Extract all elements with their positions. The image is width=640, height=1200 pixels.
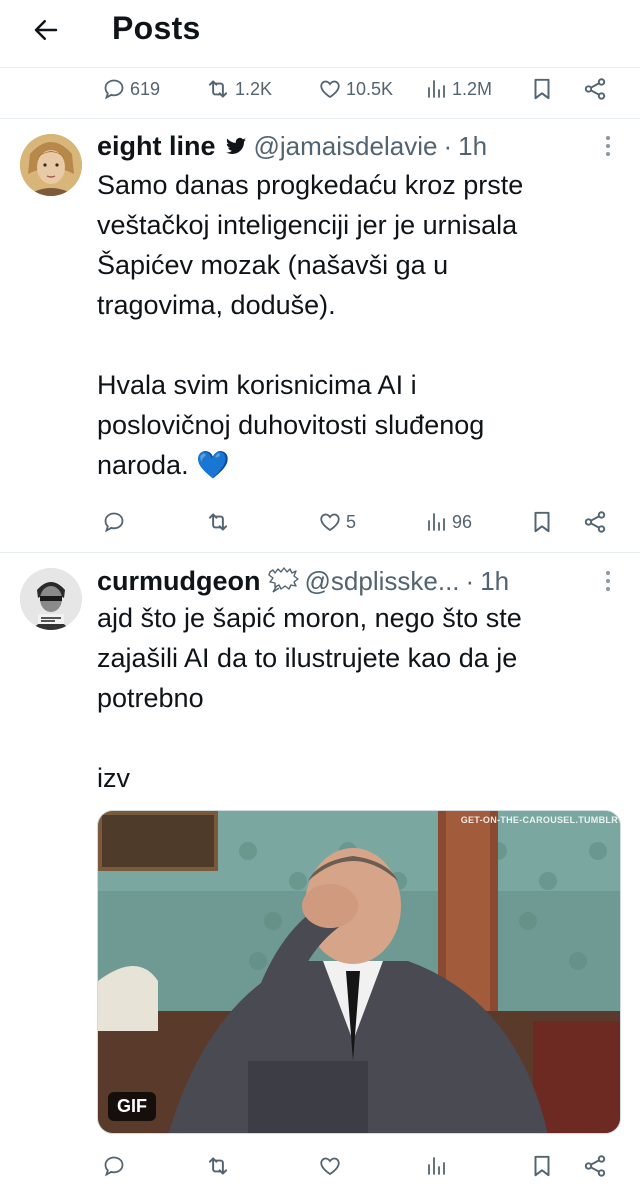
views-count: 1.2M [452,78,493,99]
timestamp[interactable]: 1h [480,566,509,597]
divider [0,552,640,553]
like-count: 10.5K [346,78,394,99]
more-options-button[interactable] [598,566,618,596]
share-button[interactable] [582,502,608,542]
views-icon [424,1154,448,1178]
tweet-text: Samo danas progkedaću kroz prste veštačk… [97,170,524,480]
repost-button[interactable]: 1.2K [205,69,272,109]
views-count: 96 [452,511,473,532]
tweet-text: ajd što je šapić moron, nego što ste zaj… [97,603,522,793]
repost-button[interactable] [205,502,235,542]
views-icon [424,510,448,534]
action-bar [0,1146,640,1186]
bookmark-button[interactable] [529,69,555,109]
views-button[interactable]: 96 [424,502,472,542]
display-name[interactable]: curmudgeon [97,566,261,597]
page-title: Posts [112,10,201,46]
repost-icon [205,509,231,535]
timestamp[interactable]: 1h [458,131,487,162]
views-button[interactable]: 1.2M [424,69,492,109]
heart-icon [318,77,342,101]
action-bar-previous: 619 1.2K 10.5K 1.2M [0,69,640,109]
views-icon [424,77,448,101]
like-button[interactable]: 10.5K [318,69,393,109]
dot-icon [606,571,610,575]
divider [0,118,640,119]
bookmark-icon [529,509,555,535]
reply-icon [102,510,126,534]
repost-icon [205,1153,231,1179]
like-button[interactable]: 5 [318,502,356,542]
bookmark-button[interactable] [529,502,555,542]
share-icon [582,1153,608,1179]
reply-icon [102,77,126,101]
like-button[interactable] [318,1146,346,1186]
handle[interactable]: @sdplisske... [305,566,460,597]
reply-count: 619 [130,78,161,99]
avatar[interactable] [20,568,82,630]
reply-icon [102,1154,126,1178]
watermark: GET-ON-THE-CAROUSEL.TUMBLR [460,815,618,825]
repost-icon [205,76,231,102]
speech-balloon-icon [267,567,299,593]
gif-media[interactable]: GET-ON-THE-CAROUSEL.TUMBLR GIF [97,810,621,1134]
bookmark-icon [529,1153,555,1179]
share-icon [582,509,608,535]
dot-icon [606,587,610,591]
tweet-header: curmudgeon @sdplisske... · 1h [97,563,509,599]
reply-button[interactable] [102,1146,130,1186]
share-button[interactable] [582,69,608,109]
back-button[interactable] [26,10,66,50]
repost-button[interactable] [205,1146,235,1186]
handle[interactable]: @jamaisdelavie [254,131,438,162]
dot-icon [606,144,610,148]
separator: · [465,565,475,596]
action-bar: 5 96 [0,502,640,542]
dot-icon [606,152,610,156]
avatar[interactable] [20,134,82,196]
bird-badge-icon [225,137,246,155]
more-options-button[interactable] [598,131,618,161]
share-icon [582,76,608,102]
bookmark-icon [529,76,555,102]
gif-frame [98,811,620,1133]
bookmark-button[interactable] [529,1146,555,1186]
dot-icon [606,136,610,140]
like-count: 5 [346,511,357,532]
views-button[interactable] [424,1146,452,1186]
dot-icon [606,579,610,583]
heart-icon [318,1154,342,1178]
share-button[interactable] [582,1146,608,1186]
separator: · [443,130,453,161]
top-bar: Posts [0,0,640,68]
heart-icon [318,510,342,534]
display-name[interactable]: eight line [97,131,216,162]
back-arrow-icon [34,20,58,40]
tweet-header: eight line @jamaisdelavie · 1h [97,128,487,164]
gif-badge: GIF [108,1092,156,1121]
reply-button[interactable]: 619 [102,69,160,109]
reply-button[interactable] [102,502,130,542]
repost-count: 1.2K [235,78,273,99]
